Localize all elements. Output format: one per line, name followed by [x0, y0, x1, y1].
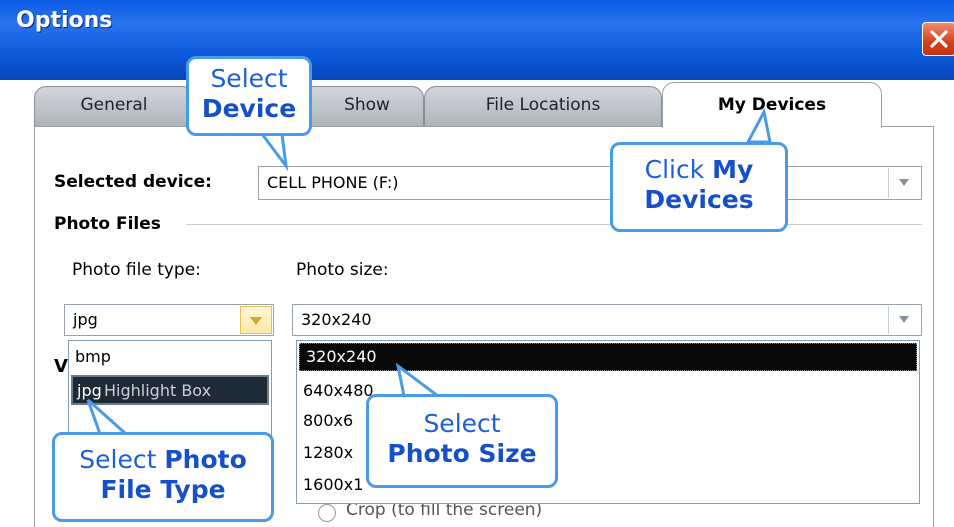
select-size-line1: Select [423, 409, 501, 438]
select-photo-size-callout: Select Photo Size [366, 394, 558, 488]
select-device-line2: Device [201, 94, 297, 123]
select-type-line1b: Photo [164, 445, 247, 474]
select-size-line2: Photo Size [387, 439, 537, 468]
click-devices-line1a: Click [644, 155, 713, 184]
select-type-line1a: Select [79, 445, 165, 474]
select-type-line2: File Type [100, 475, 226, 504]
click-devices-line1b: My [712, 155, 754, 184]
click-my-devices-callout: Click My Devices [610, 142, 788, 232]
select-file-type-callout: Select Photo File Type [52, 432, 274, 522]
select-device-line1: Select [210, 64, 288, 93]
select-device-callout: Select Device [186, 56, 312, 136]
click-devices-line2: Devices [644, 185, 754, 214]
